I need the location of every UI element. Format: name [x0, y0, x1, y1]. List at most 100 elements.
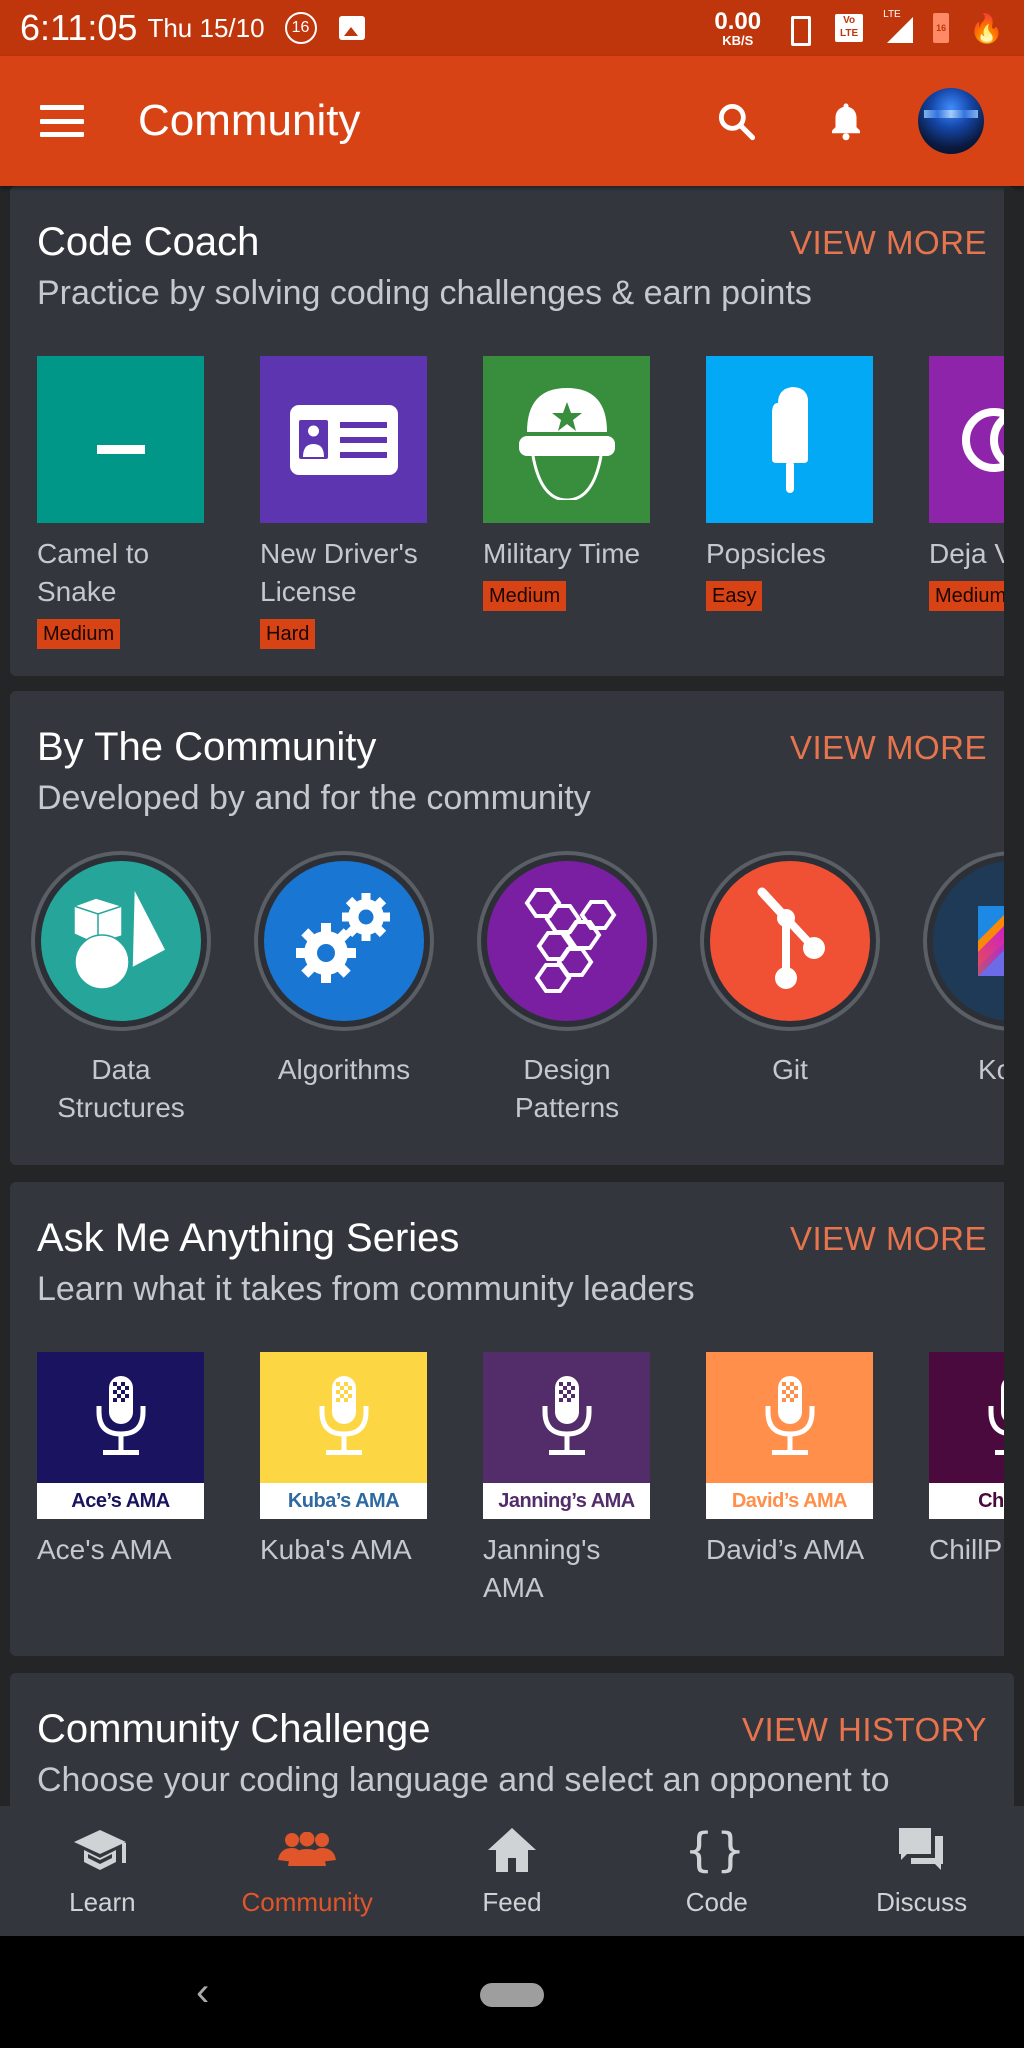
double-circle-icon — [929, 356, 1014, 523]
ama-banner: Kuba’s AMA — [260, 1483, 427, 1519]
course-item[interactable]: Algorithms — [254, 851, 434, 1127]
bell-icon[interactable] — [816, 91, 876, 151]
net-speed-value: 0.00 — [714, 7, 762, 35]
nav-label: Discuss — [876, 1886, 968, 1917]
status-bar: 6:11:05 Thu 15/10 16 0.00 KB/S Vo LTE LT… — [0, 0, 1024, 56]
nav-community[interactable]: Community — [205, 1806, 410, 1936]
battery-icon: 16 — [933, 13, 950, 43]
ama-banner: Janning’s AMA — [483, 1483, 650, 1519]
ama-tile[interactable]: David’s AMA David’s AMA — [706, 1352, 873, 1607]
ama-label: Ace's AMA — [37, 1534, 172, 1565]
section-title: Community Challenge — [37, 1707, 431, 1751]
chat-icon — [898, 1825, 945, 1875]
nav-label: Feed — [482, 1886, 542, 1917]
bottom-nav: Learn Community Feed {} Code Discuss — [0, 1806, 1024, 1936]
hamburger-icon[interactable] — [40, 105, 84, 137]
back-icon[interactable]: ‹ — [196, 1970, 209, 2015]
image-notification-icon — [338, 16, 365, 40]
ama-label: David’s AMA — [706, 1534, 865, 1565]
graduation-cap-icon — [74, 1825, 130, 1875]
hexagons-icon — [487, 861, 647, 1021]
status-time: 6:11:05 — [20, 7, 138, 48]
nav-label: Code — [685, 1886, 748, 1917]
ama-list[interactable]: Ace’s AMA Ace's AMA Kuba’s AMA Kuba's AM… — [37, 1352, 1014, 1607]
section-title: Code Coach — [37, 220, 260, 264]
ama-tile[interactable]: Ace’s AMA Ace's AMA — [37, 1352, 204, 1607]
status-date: Thu 15/10 — [147, 12, 265, 43]
ama-tile[interactable]: Kuba’s AMA Kuba's AMA — [260, 1352, 427, 1607]
nav-label: Learn — [69, 1886, 136, 1917]
system-nav-bar: ‹ — [0, 1936, 1024, 2048]
ama-label: Kuba's AMA — [260, 1534, 412, 1565]
signal-label: LTE — [883, 9, 901, 20]
volte-icon: Vo LTE — [835, 14, 864, 42]
challenge-tile[interactable]: Camel to Snake Medium — [37, 356, 204, 649]
shapes-icon — [41, 861, 201, 1021]
notification-count-icon: 16 — [284, 12, 317, 44]
code-coach-list[interactable]: Camel to Snake Medium New Driver's Licen… — [37, 356, 1014, 649]
course-label: Kotlin — [977, 1054, 1014, 1085]
challenge-tile[interactable]: Popsicles Easy — [706, 356, 873, 649]
microphone-icon — [706, 1352, 873, 1483]
section-subtitle: Developed by and for the community — [37, 779, 591, 817]
nav-learn[interactable]: Learn — [0, 1806, 205, 1936]
helmet-icon — [483, 356, 650, 523]
course-item[interactable]: Git — [700, 851, 880, 1127]
course-item[interactable]: Kotlin — [923, 851, 1014, 1127]
content-scroll[interactable]: Code Coach VIEW MORE Practice by solving… — [0, 186, 1024, 1806]
course-label: Design Patterns — [514, 1054, 620, 1123]
challenge-label: New Driver's License — [260, 538, 418, 607]
code-coach-card: Code Coach VIEW MORE Practice by solving… — [10, 186, 1014, 676]
page-title: Community — [138, 96, 361, 145]
vibrate-icon — [781, 14, 815, 46]
home-pill-button[interactable] — [480, 1983, 544, 2007]
view-more-button[interactable]: VIEW MORE — [790, 725, 987, 767]
ama-series-card: Ask Me Anything Series VIEW MORE Learn w… — [10, 1182, 1014, 1656]
section-subtitle: Practice by solving coding challenges & … — [37, 274, 812, 312]
flame-icon: 🔥 — [969, 12, 1004, 44]
course-item[interactable]: Data Structures — [31, 851, 211, 1127]
ama-label: ChillPill AMA — [929, 1534, 1014, 1565]
ama-banner: Ace’s AMA — [37, 1483, 204, 1519]
ama-banner: ChillPill — [929, 1483, 1014, 1519]
difficulty-badge: Medium — [483, 581, 567, 611]
ama-tile[interactable]: ChillPill ChillPill AMA — [929, 1352, 1014, 1607]
difficulty-badge: Medium — [929, 581, 1013, 611]
difficulty-badge: Hard — [260, 619, 316, 649]
microphone-icon — [929, 1352, 1014, 1483]
nav-discuss[interactable]: Discuss — [819, 1806, 1024, 1936]
nav-feed[interactable]: Feed — [410, 1806, 615, 1936]
microphone-icon — [260, 1352, 427, 1483]
section-title: Ask Me Anything Series — [37, 1216, 460, 1260]
difficulty-badge: Easy — [706, 581, 763, 611]
view-more-button[interactable]: VIEW MORE — [790, 1216, 987, 1258]
ama-label: Janning's AMA — [483, 1534, 601, 1603]
avatar[interactable] — [918, 88, 984, 154]
view-history-button[interactable]: VIEW HISTORY — [742, 1707, 987, 1749]
ama-tile[interactable]: Janning’s AMA Janning's AMA — [483, 1352, 650, 1607]
nav-code[interactable]: {} Code — [614, 1806, 819, 1936]
search-icon[interactable] — [706, 91, 766, 151]
community-challenge-card: Community Challenge VIEW HISTORY Choose … — [10, 1673, 1014, 1806]
challenge-tile[interactable]: Military Time Medium — [483, 356, 650, 649]
challenge-tile[interactable]: New Driver's License Hard — [260, 356, 427, 649]
community-course-list[interactable]: Data Structures Algorithms Design Patter… — [31, 851, 1014, 1127]
kotlin-logo-icon — [933, 861, 1014, 1021]
challenge-label: Military Time — [483, 538, 641, 569]
section-title: By The Community — [37, 725, 377, 769]
by-the-community-card: By The Community VIEW MORE Developed by … — [10, 691, 1014, 1165]
app-bar: Community — [0, 56, 1024, 186]
gears-icon — [264, 861, 424, 1021]
challenge-tile[interactable]: Deja Vu Medium — [929, 356, 1014, 649]
challenge-label: Popsicles — [706, 538, 826, 569]
id-card-icon — [260, 356, 427, 523]
view-more-button[interactable]: VIEW MORE — [790, 220, 987, 262]
course-item[interactable]: Design Patterns — [477, 851, 657, 1127]
net-speed-unit: KB/S — [722, 32, 754, 48]
difficulty-badge: Medium — [37, 619, 121, 649]
home-icon — [487, 1825, 536, 1875]
microphone-icon — [37, 1352, 204, 1483]
challenge-label: Deja Vu — [929, 538, 1014, 569]
course-label: Git — [772, 1054, 808, 1085]
microphone-icon — [483, 1352, 650, 1483]
